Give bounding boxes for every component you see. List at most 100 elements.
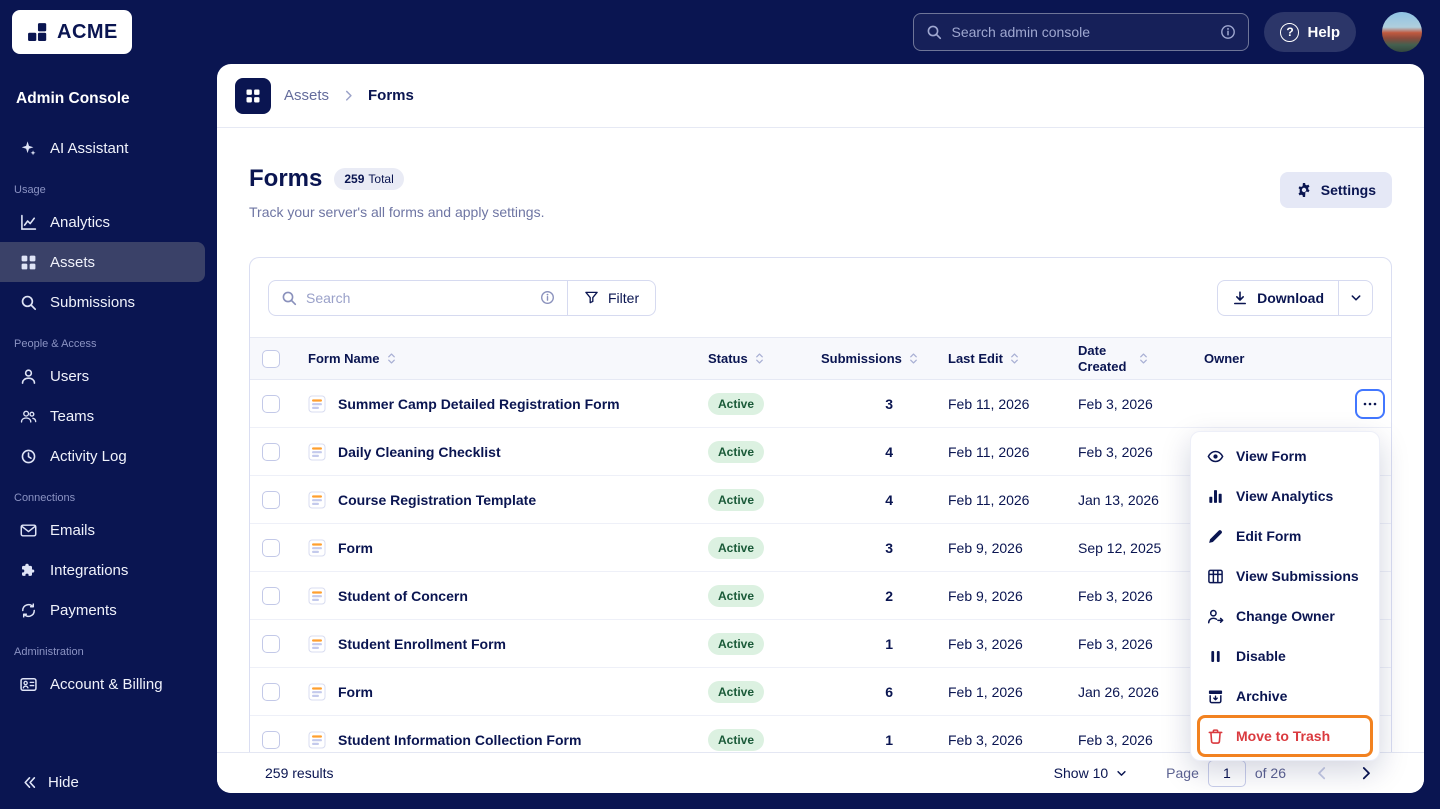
menu-item-label: Move to Trash — [1236, 728, 1331, 744]
last-edit: Feb 11, 2026 — [948, 395, 1030, 412]
sidebar-item-label: AI Assistant — [50, 139, 129, 157]
column-header-status[interactable]: Status — [708, 351, 821, 366]
sidebar-item-activity-log[interactable]: Activity Log — [0, 436, 205, 476]
next-page-button[interactable] — [1356, 763, 1376, 783]
sidebar-item-label: Teams — [50, 407, 95, 425]
sort-icon — [1009, 352, 1020, 365]
table-header-row: Form Name Status Submissions Last Edit D… — [250, 337, 1391, 380]
row-checkbox[interactable] — [262, 394, 280, 413]
row-actions-button[interactable] — [1355, 388, 1385, 419]
column-header-last-edit[interactable]: Last Edit — [948, 351, 1078, 366]
menu-item-view-analytics[interactable]: View Analytics — [1191, 476, 1379, 516]
form-name[interactable]: Student Information Collection Form — [338, 732, 581, 748]
date-created: Jan 13, 2026 — [1078, 491, 1159, 508]
column-label: Date Created — [1078, 342, 1127, 374]
row-checkbox[interactable] — [262, 442, 280, 461]
column-header-date-created[interactable]: Date Created — [1078, 343, 1204, 374]
admin-search[interactable] — [913, 13, 1250, 51]
row-checkbox[interactable] — [262, 490, 280, 509]
info-icon — [1220, 24, 1236, 40]
menu-item-archive[interactable]: Archive — [1191, 676, 1379, 716]
search-icon — [20, 294, 37, 311]
sidebar-section-connections: Connections — [14, 492, 76, 504]
sidebar-item-integrations[interactable]: Integrations — [0, 550, 205, 590]
row-actions-menu: View Form View Analytics Edit Form View … — [1190, 431, 1380, 761]
column-header-submissions[interactable]: Submissions — [821, 351, 948, 366]
row-checkbox[interactable] — [262, 682, 280, 701]
form-name[interactable]: Summer Camp Detailed Registration Form — [338, 396, 620, 412]
menu-item-edit-form[interactable]: Edit Form — [1191, 516, 1379, 556]
sidebar-item-ai-assistant[interactable]: AI Assistant — [0, 128, 205, 168]
person-icon — [20, 368, 37, 385]
sidebar-item-label: Payments — [50, 601, 117, 619]
menu-item-disable[interactable]: Disable — [1191, 636, 1379, 676]
row-checkbox[interactable] — [262, 730, 280, 749]
menu-item-change-owner[interactable]: Change Owner — [1191, 596, 1379, 636]
page-size-select[interactable]: Show 10 — [1054, 765, 1128, 781]
last-edit: Feb 1, 2026 — [948, 683, 1023, 700]
page-size-label: Show 10 — [1053, 765, 1109, 781]
date-created: Sep 12, 2025 — [1078, 539, 1162, 556]
row-checkbox[interactable] — [262, 586, 280, 605]
sidebar-item-analytics[interactable]: Analytics — [0, 202, 205, 242]
last-edit: Feb 3, 2026 — [948, 731, 1023, 748]
row-checkbox[interactable] — [262, 538, 280, 557]
column-header-owner[interactable]: Owner — [1204, 351, 1347, 366]
menu-item-view-form[interactable]: View Form — [1191, 436, 1379, 476]
status-badge: Active — [708, 392, 765, 415]
select-all-checkbox[interactable] — [262, 349, 280, 368]
filter-button[interactable]: Filter — [568, 281, 655, 315]
sidebar-item-payments[interactable]: Payments — [0, 590, 205, 630]
table-search-input[interactable] — [306, 289, 531, 306]
column-label: Submissions — [821, 351, 902, 366]
acme-logo[interactable]: ACME — [12, 10, 132, 54]
sidebar-item-assets[interactable]: Assets — [0, 242, 205, 282]
sidebar: Admin Console AI Assistant Usage Analyti… — [0, 64, 217, 809]
page-number-input[interactable] — [1207, 759, 1246, 787]
last-edit: Feb 3, 2026 — [948, 635, 1023, 652]
form-name[interactable]: Student of Concern — [338, 588, 468, 604]
download-icon — [1232, 290, 1248, 306]
menu-item-move-to-trash[interactable]: Move to Trash — [1191, 715, 1379, 757]
form-name[interactable]: Form — [338, 540, 373, 556]
admin-search-input[interactable] — [951, 24, 1212, 40]
table-search[interactable] — [269, 281, 567, 315]
help-button[interactable]: ? Help — [1264, 12, 1356, 52]
download-group: Download — [1217, 279, 1373, 316]
settings-button[interactable]: Settings — [1279, 172, 1392, 208]
sidebar-item-account-billing[interactable]: Account & Billing — [0, 664, 205, 704]
menu-item-label: Edit Form — [1236, 528, 1302, 544]
hide-sidebar-button[interactable]: Hide — [10, 766, 91, 799]
table-row[interactable]: Summer Camp Detailed Registration Form A… — [250, 380, 1391, 428]
form-name[interactable]: Course Registration Template — [338, 492, 536, 508]
id-card-icon — [20, 676, 37, 693]
info-icon — [540, 290, 555, 305]
more-dots-icon — [1362, 396, 1378, 412]
date-created: Feb 3, 2026 — [1078, 635, 1153, 652]
funnel-icon — [584, 290, 599, 305]
sidebar-item-emails[interactable]: Emails — [0, 510, 205, 550]
sidebar-item-teams[interactable]: Teams — [0, 396, 205, 436]
sidebar-item-submissions[interactable]: Submissions — [0, 282, 205, 322]
breadcrumb-assets[interactable]: Assets — [284, 87, 329, 104]
menu-item-label: View Form — [1236, 448, 1307, 464]
last-edit: Feb 11, 2026 — [948, 443, 1030, 460]
sidebar-item-users[interactable]: Users — [0, 356, 205, 396]
form-name[interactable]: Daily Cleaning Checklist — [338, 444, 501, 460]
row-checkbox[interactable] — [262, 634, 280, 653]
sort-icon — [754, 352, 765, 365]
column-header-form-name[interactable]: Form Name — [292, 351, 708, 366]
form-icon — [308, 587, 326, 605]
download-caret-button[interactable] — [1338, 280, 1372, 315]
line-chart-icon — [20, 214, 37, 231]
sidebar-item-label: Submissions — [50, 293, 136, 311]
last-edit: Feb 11, 2026 — [948, 491, 1030, 508]
download-button[interactable]: Download — [1218, 281, 1338, 315]
sparkles-icon — [20, 140, 37, 157]
form-name[interactable]: Form — [338, 684, 373, 700]
avatar[interactable] — [1382, 12, 1422, 52]
menu-item-view-submissions[interactable]: View Submissions — [1191, 556, 1379, 596]
form-name[interactable]: Student Enrollment Form — [338, 636, 506, 652]
puzzle-icon — [20, 562, 37, 579]
previous-page-button[interactable] — [1312, 763, 1332, 783]
